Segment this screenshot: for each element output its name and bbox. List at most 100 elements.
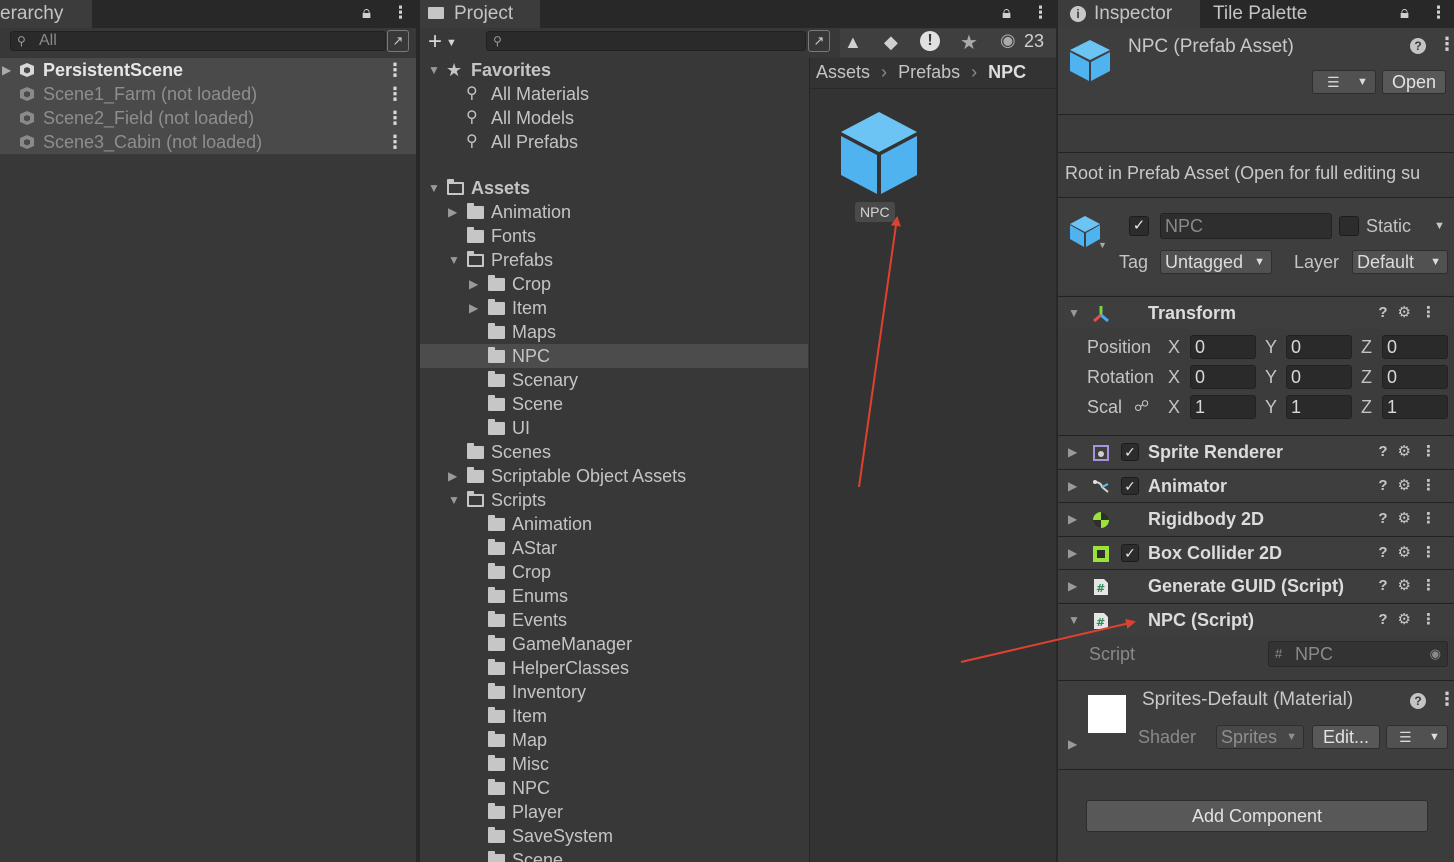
material-options-dropdown[interactable]: ☰ ▼ (1386, 725, 1448, 749)
folder-scripts-animation[interactable]: Animation (420, 512, 808, 536)
expand-arrow-icon[interactable]: ▼ (428, 58, 440, 82)
kebab-menu-icon[interactable]: ⋮ (1438, 34, 1454, 55)
position-x-input[interactable]: 0 (1190, 335, 1256, 359)
expand-arrow-icon[interactable]: ▶ (469, 272, 478, 296)
add-component-button[interactable]: Add Component (1086, 800, 1428, 832)
favorite-all-models[interactable]: ⚲ All Models (420, 106, 808, 130)
tab-hierarchy[interactable]: erarchy (0, 0, 92, 28)
kebab-menu-icon[interactable]: ⋮ (386, 82, 404, 106)
expand-arrow-icon[interactable]: ▼ (448, 248, 460, 272)
folder-scripts-item[interactable]: Item (420, 704, 808, 728)
folder-scenary[interactable]: Scenary (420, 368, 808, 392)
folder-scripts-astar[interactable]: AStar (420, 536, 808, 560)
help-icon[interactable]: ? (1410, 38, 1426, 54)
tag-dropdown[interactable]: Untagged ▼ (1160, 250, 1272, 274)
preset-sliders-icon[interactable]: ⚙ (1398, 544, 1421, 561)
project-search-input[interactable]: ⚲ (486, 31, 806, 51)
kebab-menu-icon[interactable]: ⋮ (1032, 0, 1049, 28)
folder-scripts[interactable]: ▼ Scripts (420, 488, 808, 512)
folder-scriptable-object-assets[interactable]: ▶ Scriptable Object Assets (420, 464, 808, 488)
expand-arrow-icon[interactable]: ▶ (1068, 470, 1077, 502)
kebab-menu-icon[interactable]: ⋮ (386, 58, 404, 82)
component-transform[interactable]: ▼ Transform ?⚙⋮ (1058, 296, 1454, 329)
help-icon[interactable]: ? (1378, 577, 1397, 594)
preset-sliders-icon[interactable]: ⚙ (1398, 477, 1421, 494)
warning-icon[interactable]: ! (920, 31, 940, 51)
component-enabled-checkbox[interactable]: ✓ (1121, 477, 1139, 495)
folder-scripts-npc[interactable]: NPC (420, 776, 808, 800)
preset-sliders-icon[interactable]: ⚙ (1398, 611, 1421, 628)
scene-row-cabin[interactable]: Scene3_Cabin (not loaded) ⋮ (0, 130, 416, 155)
folder-scripts-enums[interactable]: Enums (420, 584, 808, 608)
preset-sliders-icon[interactable]: ⚙ (1398, 577, 1421, 594)
help-icon[interactable]: ? (1378, 443, 1397, 460)
folder-ui[interactable]: UI (420, 416, 808, 440)
position-z-input[interactable]: 0 (1382, 335, 1448, 359)
expand-arrow-icon[interactable]: ▼ (428, 176, 440, 200)
tab-project[interactable]: Project (420, 0, 540, 28)
folder-scripts-savesystem[interactable]: SaveSystem (420, 824, 808, 848)
layer-dropdown[interactable]: Default ▼ (1352, 250, 1448, 274)
component-animator[interactable]: ▶ ✓ Animator ?⚙⋮ (1058, 469, 1454, 502)
lock-icon[interactable]: 🔒︎ (362, 0, 371, 28)
prefab-options-dropdown[interactable]: ☰ ▼ (1312, 70, 1376, 94)
help-icon[interactable]: ? (1378, 611, 1397, 628)
chevron-down-icon[interactable]: ▼ (1098, 240, 1107, 250)
folder-item[interactable]: ▶ Item (420, 296, 808, 320)
folder-crop[interactable]: ▶ Crop (420, 272, 808, 296)
folder-scene[interactable]: Scene (420, 392, 808, 416)
help-icon[interactable]: ? (1378, 510, 1397, 527)
kebab-menu-icon[interactable]: ⋮ (1438, 689, 1454, 710)
expand-arrow-icon[interactable]: ▶ (1068, 537, 1077, 569)
scale-x-input[interactable]: 1 (1190, 395, 1256, 419)
folder-prefabs[interactable]: ▼ Prefabs (420, 248, 808, 272)
star-icon[interactable]: ★ (960, 30, 978, 55)
expand-arrow-icon[interactable]: ▶ (1068, 436, 1077, 468)
help-icon[interactable]: ? (1410, 693, 1426, 709)
component-enabled-checkbox[interactable]: ✓ (1121, 544, 1139, 562)
assets-root[interactable]: ▼ Assets (420, 176, 808, 200)
help-icon[interactable]: ? (1378, 544, 1397, 561)
kebab-menu-icon[interactable]: ⋮ (1421, 544, 1446, 561)
chevron-down-icon[interactable]: ▼ (1434, 220, 1445, 232)
tab-inspector[interactable]: i Inspector (1058, 0, 1200, 28)
component-npc-script[interactable]: ▼ # NPC (Script) ?⚙⋮ (1058, 603, 1454, 636)
expand-arrow-icon[interactable]: ▶ (448, 464, 457, 488)
asset-npc-prefab[interactable]: NPC (836, 110, 924, 224)
expand-arrow-icon[interactable]: ▼ (1068, 604, 1080, 636)
component-enabled-checkbox[interactable]: ✓ (1121, 443, 1139, 461)
help-icon[interactable]: ? (1378, 477, 1397, 494)
expand-arrow-icon[interactable]: ▶ (469, 296, 478, 320)
tab-tile-palette[interactable]: Tile Palette (1213, 0, 1307, 28)
folder-scripts-inventory[interactable]: Inventory (420, 680, 808, 704)
component-generate-guid-script[interactable]: ▶ # Generate GUID (Script) ?⚙⋮ (1058, 569, 1454, 602)
folder-scripts-crop[interactable]: Crop (420, 560, 808, 584)
folder-animation[interactable]: ▶ Animation (420, 200, 808, 224)
breadcrumb-item-current[interactable]: NPC (988, 62, 1026, 82)
kebab-menu-icon[interactable]: ⋮ (392, 0, 409, 28)
filter-by-type-icon[interactable]: ▲ (844, 32, 862, 53)
open-prefab-button[interactable]: Open (1382, 70, 1446, 94)
folder-scripts-scene[interactable]: Scene (420, 848, 808, 862)
expand-arrow-icon[interactable]: ▶ (1068, 570, 1077, 602)
filter-by-label-icon[interactable]: ◆ (884, 32, 898, 53)
folder-scripts-misc[interactable]: Misc (420, 752, 808, 776)
kebab-menu-icon[interactable]: ⋮ (1421, 304, 1446, 321)
folder-maps[interactable]: Maps (420, 320, 808, 344)
kebab-menu-icon[interactable]: ⋮ (386, 106, 404, 130)
component-box-collider-2d[interactable]: ▶ ✓ Box Collider 2D ?⚙⋮ (1058, 536, 1454, 569)
scene-row-persistent[interactable]: ▶ PersistentScene ⋮ (0, 58, 416, 83)
kebab-menu-icon[interactable]: ⋮ (1421, 477, 1446, 494)
favorite-all-prefabs[interactable]: ⚲ All Prefabs (420, 130, 808, 154)
kebab-menu-icon[interactable]: ⋮ (1421, 510, 1446, 527)
expand-arrow-icon[interactable]: ▶ (448, 200, 457, 224)
expand-arrow-icon[interactable]: ▶ (1068, 737, 1077, 751)
folder-scripts-events[interactable]: Events (420, 608, 808, 632)
favorites-header[interactable]: ▼ ★ Favorites (420, 58, 808, 82)
position-y-input[interactable]: 0 (1286, 335, 1352, 359)
breadcrumb-item[interactable]: Prefabs (898, 62, 960, 82)
breadcrumb-item[interactable]: Assets (816, 62, 870, 82)
help-icon[interactable]: ? (1378, 304, 1397, 321)
folder-scenes[interactable]: Scenes (420, 440, 808, 464)
component-rigidbody-2d[interactable]: ▶ Rigidbody 2D ?⚙⋮ (1058, 502, 1454, 535)
